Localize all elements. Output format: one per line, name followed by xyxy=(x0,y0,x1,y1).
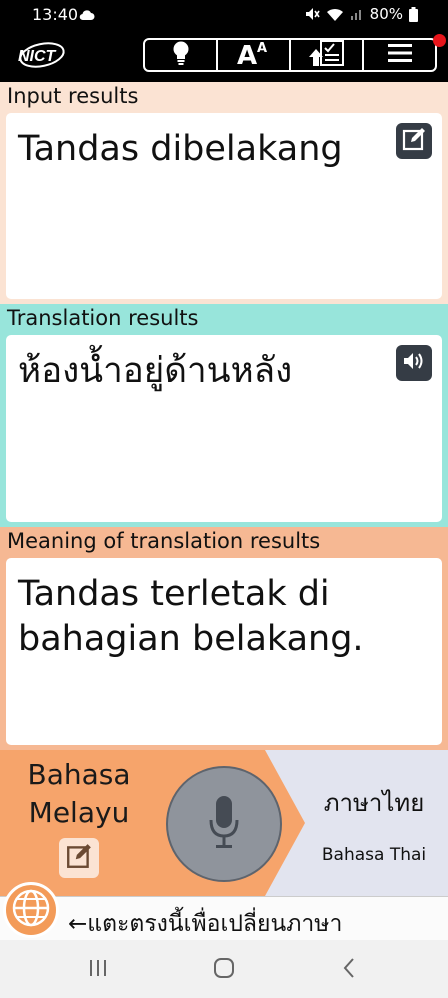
microphone-icon xyxy=(209,794,239,854)
svg-text:NICT: NICT xyxy=(18,48,57,65)
edit-icon xyxy=(401,126,427,156)
status-indicators: 80% xyxy=(304,5,418,23)
recent-apps-icon xyxy=(87,958,109,982)
meaning-results-box: Tandas terletak di bahagian belakang. xyxy=(6,558,442,745)
toolbar: AA xyxy=(143,38,437,72)
language-area: Bahasa Melayu ภาษาไทย Bahasa Thai xyxy=(0,750,448,896)
svg-text:A: A xyxy=(257,41,267,56)
translation-results-box: ห้องน้ำอยู่ด้านหลัง xyxy=(6,335,442,522)
edit-icon xyxy=(65,842,93,874)
battery-icon xyxy=(409,6,418,22)
input-results-panel: Input results Tandas dibelakang xyxy=(0,82,448,304)
nict-logo: NICT xyxy=(14,40,66,70)
status-bar: 13:40 80% xyxy=(0,0,448,30)
lightbulb-icon xyxy=(172,40,190,70)
edit-input-button[interactable] xyxy=(396,123,432,159)
change-language-bar[interactable]: ←แตะตรงนี้เพื่อเปลี่ยนภาษา xyxy=(0,882,448,942)
svg-text:A: A xyxy=(237,41,257,66)
back-icon xyxy=(342,957,356,983)
app-header: NICT AA xyxy=(0,30,448,82)
hint-button[interactable] xyxy=(145,40,218,70)
signal-icon xyxy=(350,7,364,21)
status-time: 13:40 xyxy=(32,5,79,24)
font-size-button[interactable]: AA xyxy=(218,40,291,71)
menu-icon xyxy=(387,42,413,68)
keyboard-input-button[interactable] xyxy=(59,838,99,878)
translation-results-label: Translation results xyxy=(7,306,199,330)
input-results-box: Tandas dibelakang xyxy=(6,113,442,299)
input-results-label: Input results xyxy=(7,84,139,108)
cloud-icon xyxy=(79,6,95,25)
menu-button[interactable] xyxy=(364,40,435,70)
recent-apps-button[interactable] xyxy=(83,956,113,984)
source-language-label[interactable]: Bahasa Melayu xyxy=(0,756,158,832)
meaning-results-panel: Meaning of translation results Tandas te… xyxy=(0,527,448,750)
translation-results-panel: Translation results ห้องน้ำอยู่ด้านหลัง xyxy=(0,304,448,527)
speak-translation-button[interactable] xyxy=(396,345,432,381)
wifi-icon xyxy=(326,7,344,22)
language-globe-button[interactable] xyxy=(3,882,59,938)
home-button[interactable] xyxy=(209,956,239,984)
globe-icon xyxy=(11,888,51,932)
meaning-results-label: Meaning of translation results xyxy=(7,529,321,553)
back-button[interactable] xyxy=(334,956,364,984)
system-nav-bar xyxy=(0,940,448,998)
change-language-hint[interactable]: ←แตะตรงนี้เพื่อเปลี่ยนภาษา xyxy=(68,906,342,942)
notification-dot xyxy=(433,34,446,47)
history-button[interactable] xyxy=(291,40,364,70)
translation-text: ห้องน้ำอยู่ด้านหลัง xyxy=(18,351,293,391)
home-icon xyxy=(213,957,235,983)
microphone-button[interactable] xyxy=(166,766,282,882)
target-language-native[interactable]: ภาษาไทย xyxy=(300,783,448,822)
mute-icon xyxy=(304,6,320,22)
history-upload-icon xyxy=(308,39,346,71)
target-language-label[interactable]: Bahasa Thai xyxy=(300,845,448,865)
battery-label: 80% xyxy=(369,5,403,23)
speaker-icon xyxy=(402,351,426,375)
input-text: Tandas dibelakang xyxy=(18,129,343,169)
font-size-icon: AA xyxy=(237,40,271,71)
meaning-text: Tandas terletak di bahagian belakang. xyxy=(18,574,364,659)
